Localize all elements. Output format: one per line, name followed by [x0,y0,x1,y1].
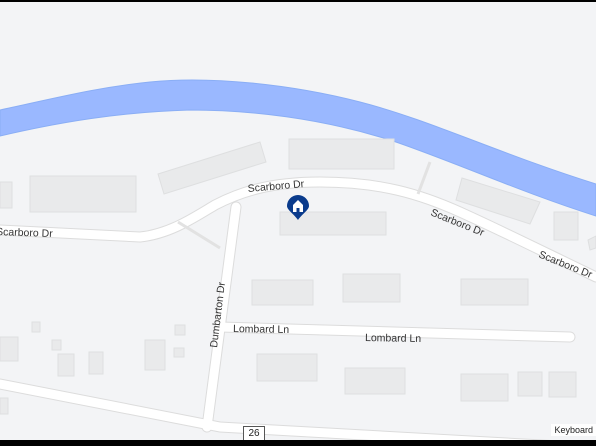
route-shield-26: 26 [243,426,265,440]
street-label-scarboro-1: Scarboro Dr [247,178,305,195]
map-layer: Scarboro Dr Scarboro Dr Scarboro Dr Scar… [0,79,596,440]
street-label-scarboro-2: Scarboro Dr [0,226,53,240]
street-label-lombard-1: Lombard Ln [233,323,289,336]
keyboard-shortcuts-link[interactable]: Keyboard [551,424,596,436]
map-canvas[interactable]: Scarboro Dr Scarboro Dr Scarboro Dr Scar… [0,2,596,440]
bottom-bar [0,440,596,446]
street-label-lombard-2: Lombard Ln [365,332,421,345]
street-label-scarboro-4: Scarboro Dr [537,249,594,282]
